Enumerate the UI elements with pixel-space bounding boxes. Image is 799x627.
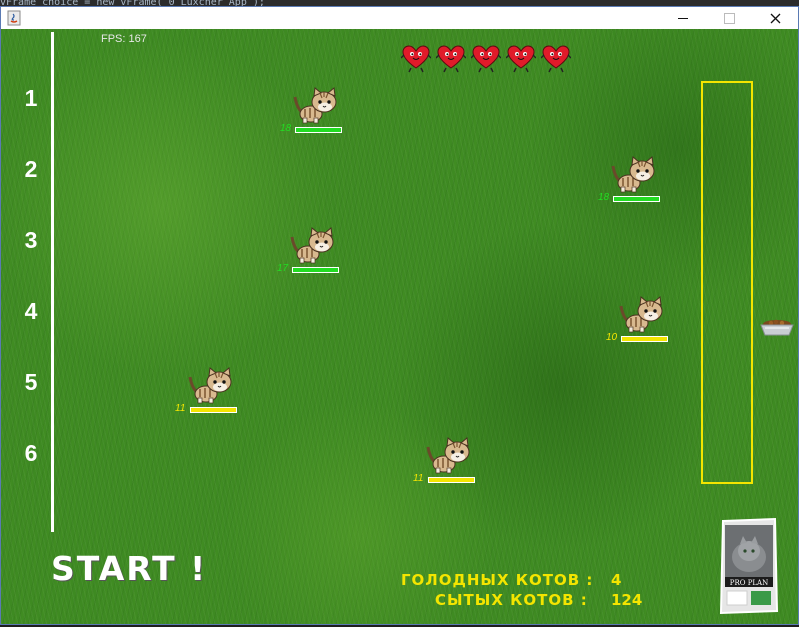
- cat-status-bar: [190, 407, 237, 413]
- cat-counter: 11: [413, 473, 424, 484]
- game-field[interactable]: FPS: 167 1 2 3 4 5 6 18 18 17 10 11 11 P…: [1, 29, 798, 624]
- cat-counter: 18: [598, 192, 610, 203]
- start-line: [51, 32, 54, 532]
- close-icon: [770, 13, 780, 23]
- minimize-button[interactable]: [660, 7, 706, 29]
- goal-zone: [701, 81, 753, 484]
- maximize-button[interactable]: [706, 7, 752, 29]
- cat-counter: 18: [280, 123, 292, 134]
- start-button[interactable]: START !: [51, 549, 207, 588]
- maximize-icon: [723, 12, 735, 24]
- hungry-cats-count: 4: [611, 571, 622, 589]
- cat-icon: [426, 437, 470, 474]
- lane-number: 6: [24, 440, 38, 466]
- cat-icon: [188, 367, 232, 404]
- cat-sprite[interactable]: [188, 367, 236, 411]
- lane-number: 2: [24, 156, 38, 182]
- close-button[interactable]: [752, 7, 798, 29]
- fps-counter: FPS: 167: [101, 33, 147, 45]
- cat-sprite[interactable]: [619, 296, 667, 340]
- cat-status-bar: [292, 267, 339, 273]
- fed-cats-label: СЫТЫХ КОТОВ :: [435, 591, 588, 609]
- cat-counter: 11: [175, 403, 186, 414]
- cat-icon: [290, 227, 334, 264]
- heart-icon: [436, 45, 466, 73]
- lane-number: 5: [24, 369, 38, 395]
- cat-sprite[interactable]: [611, 156, 659, 200]
- minimize-icon: [678, 17, 688, 19]
- cat-icon: [619, 296, 663, 333]
- heart-icon: [471, 45, 501, 73]
- food-bag-icon[interactable]: PRO PLAN: [719, 517, 779, 615]
- game-window: FPS: 167 1 2 3 4 5 6 18 18 17 10 11 11 P…: [0, 6, 799, 625]
- cat-status-bar: [613, 196, 660, 202]
- heart-icon: [541, 45, 571, 73]
- cat-status-bar: [621, 336, 668, 342]
- hungry-cats-label: ГОЛОДНЫХ КОТОВ :: [401, 571, 594, 589]
- java-icon: [7, 10, 21, 26]
- cat-counter: 17: [277, 263, 289, 274]
- cat-counter: 10: [606, 332, 618, 343]
- food-bowl-icon[interactable]: [757, 315, 797, 339]
- lane-number: 3: [24, 227, 38, 253]
- food-bag-brand: PRO PLAN: [730, 579, 768, 587]
- lane-number: 1: [24, 85, 38, 111]
- heart-icon: [401, 45, 431, 73]
- cat-sprite[interactable]: [426, 437, 474, 481]
- cat-icon: [611, 156, 655, 193]
- lane-number: 4: [24, 298, 38, 324]
- cat-sprite[interactable]: [290, 227, 338, 271]
- fed-cats-count: 124: [611, 591, 643, 609]
- heart-icon: [506, 45, 536, 73]
- cat-status-bar: [428, 477, 475, 483]
- title-bar[interactable]: [1, 7, 798, 29]
- cat-sprite[interactable]: [293, 87, 341, 131]
- cat-status-bar: [295, 127, 342, 133]
- cat-icon: [293, 87, 337, 124]
